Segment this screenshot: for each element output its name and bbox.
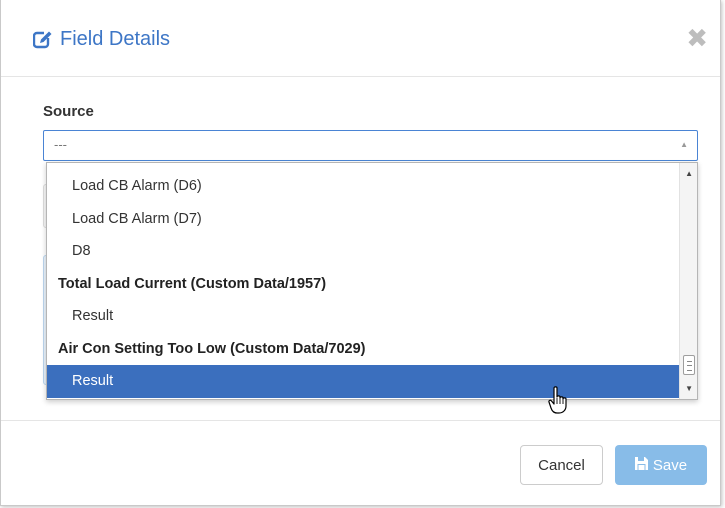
scroll-down-arrow-icon[interactable]: ▼: [685, 384, 693, 393]
dropdown-option[interactable]: Result: [47, 365, 680, 398]
dropdown-group-header: Total Load Current (Custom Data/1957): [58, 275, 327, 292]
dropdown-option[interactable]: Load CB Alarm (D7): [47, 203, 680, 236]
dropdown-group-header: Air Con Setting Too Low (Custom Data/702…: [58, 340, 366, 357]
save-button[interactable]: Save: [615, 445, 707, 485]
hand-pointer-cursor-icon: [548, 386, 570, 419]
edit-icon: [33, 30, 53, 49]
scroll-up-arrow-icon[interactable]: ▲: [685, 169, 693, 178]
dropdown-option[interactable]: Load CB Alarm (D6): [47, 170, 680, 203]
scrollbar-thumb[interactable]: [683, 355, 695, 375]
dialog-footer: [1, 420, 720, 505]
source-select[interactable]: --- ▲: [43, 130, 698, 161]
save-button-label: Save: [652, 456, 688, 474]
cancel-button[interactable]: Cancel: [520, 445, 603, 485]
grip-icon: [687, 361, 692, 371]
dropdown-option[interactable]: Result: [47, 300, 680, 333]
source-select-value: ---: [54, 137, 67, 152]
field-details-dialog: Field Details ✖ Source --- ▲ Load CB Ala…: [0, 0, 721, 506]
dialog-title-group: Field Details: [33, 28, 170, 51]
dropdown-scrollbar[interactable]: ▲ ▼: [679, 163, 697, 399]
select-arrow-icon: ▲: [680, 140, 688, 149]
dialog-header: Field Details ✖: [1, 0, 720, 77]
source-dropdown-list[interactable]: Load CB Alarm (D6) Load CB Alarm (D7) D8 To…: [46, 162, 698, 400]
dialog-title: Field Details: [60, 28, 171, 50]
close-icon[interactable]: ✖: [686, 26, 708, 52]
floppy-disk-icon: [634, 456, 653, 474]
source-label: Source: [43, 103, 94, 120]
dropdown-option[interactable]: D8: [47, 235, 680, 268]
dropdown-items: Load CB Alarm (D6) Load CB Alarm (D7) D8 To…: [47, 170, 680, 398]
